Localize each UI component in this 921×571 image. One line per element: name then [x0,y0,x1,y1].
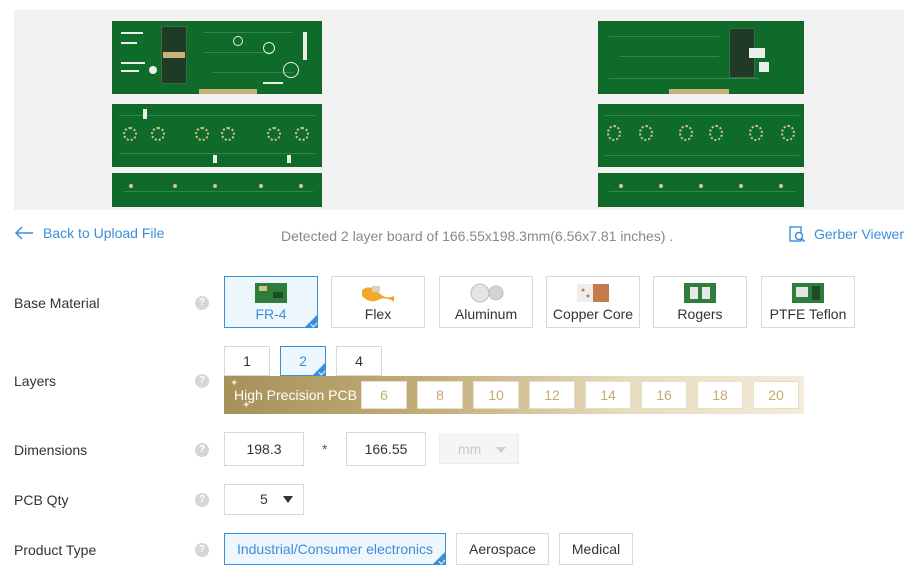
layer-option-14[interactable]: 14 [585,381,631,409]
chevron-down-icon [283,496,293,503]
layer-option-16[interactable]: 16 [641,381,687,409]
product-type-label-text: Industrial/Consumer electronics [236,541,434,557]
selected-check-icon [432,551,446,565]
pcb-top-image [112,21,322,207]
dimension-separator: * [322,441,328,457]
dimension-unit-select[interactable]: mm [439,434,519,464]
material-label: PTFE Teflon [769,306,847,322]
unit-value: mm [458,441,482,457]
product-type-aerospace[interactable]: Aerospace [456,533,549,565]
back-to-upload-label: Back to Upload File [43,225,165,241]
high-precision-pcb-label: High Precision PCB [234,387,357,403]
fr4-board-icon [255,283,287,303]
layer-option-12[interactable]: 12 [529,381,575,409]
layer-option-10[interactable]: 10 [473,381,519,409]
back-to-upload-link[interactable]: Back to Upload File [14,225,164,241]
product-type-label: Product Type [14,542,97,558]
rogers-board-icon [684,283,716,303]
gerber-viewer-link[interactable]: Gerber Viewer [788,225,904,243]
material-option-aluminum[interactable]: Aluminum [439,276,533,328]
dimension-length-input[interactable]: 198.3 [224,432,304,466]
aluminum-board-icon [470,283,504,303]
detected-board-text: Detected 2 layer board of 166.55x198.3mm… [281,228,674,244]
dimension-width-input[interactable]: 166.55 [346,432,426,466]
layer-option-1[interactable]: 1 [224,346,270,376]
layer-option-label: 2 [299,353,307,369]
layer-option-6[interactable]: 6 [361,381,407,409]
copper-core-board-icon [577,284,609,302]
help-icon[interactable]: ? [195,296,209,310]
qty-value: 5 [260,491,268,507]
material-label: Rogers [677,306,723,322]
gerber-viewer-label: Gerber Viewer [813,226,904,242]
help-icon[interactable]: ? [195,443,209,457]
flex-board-icon [362,286,394,302]
dimensions-label: Dimensions [14,442,88,458]
product-type-industrial[interactable]: Industrial/Consumer electronics [224,533,446,565]
pcb-qty-label: PCB Qty [14,492,69,508]
layers-label: Layers [14,373,57,389]
material-option-rogers[interactable]: Rogers [653,276,747,328]
arrow-left-icon [14,226,33,240]
material-option-copper-core[interactable]: Copper Core [546,276,640,328]
material-label: Aluminum [454,306,518,322]
pcb-qty-select[interactable]: 5 [224,484,304,515]
selected-check-icon [312,362,326,376]
chevron-down-icon [496,447,506,453]
pcb-preview [14,10,904,210]
layer-option-20[interactable]: 20 [753,381,799,409]
layer-option-18[interactable]: 18 [697,381,743,409]
selected-check-icon [304,314,318,328]
preview-toolbar: Back to Upload File Detected 2 layer boa… [14,225,904,247]
material-option-ptfe-teflon[interactable]: PTFE Teflon [761,276,855,328]
material-option-fr4[interactable]: FR-4 [224,276,318,328]
layer-option-4[interactable]: 4 [336,346,382,376]
high-precision-pcb-band: ✦ ✦ High Precision PCB 6 8 10 12 14 16 1… [224,376,804,414]
help-icon[interactable]: ? [195,493,209,507]
base-material-label: Base Material [14,295,100,311]
layer-option-8[interactable]: 8 [417,381,463,409]
help-icon[interactable]: ? [195,374,209,388]
layer-option-2[interactable]: 2 [280,346,326,376]
help-icon[interactable]: ? [195,543,209,557]
material-option-flex[interactable]: Flex [331,276,425,328]
gerber-viewer-icon [789,226,806,243]
pcb-bottom-image [598,21,808,207]
ptfe-teflon-board-icon [792,283,824,303]
material-label: Copper Core [552,306,634,322]
product-type-medical[interactable]: Medical [559,533,633,565]
material-label: Flex [364,306,392,322]
